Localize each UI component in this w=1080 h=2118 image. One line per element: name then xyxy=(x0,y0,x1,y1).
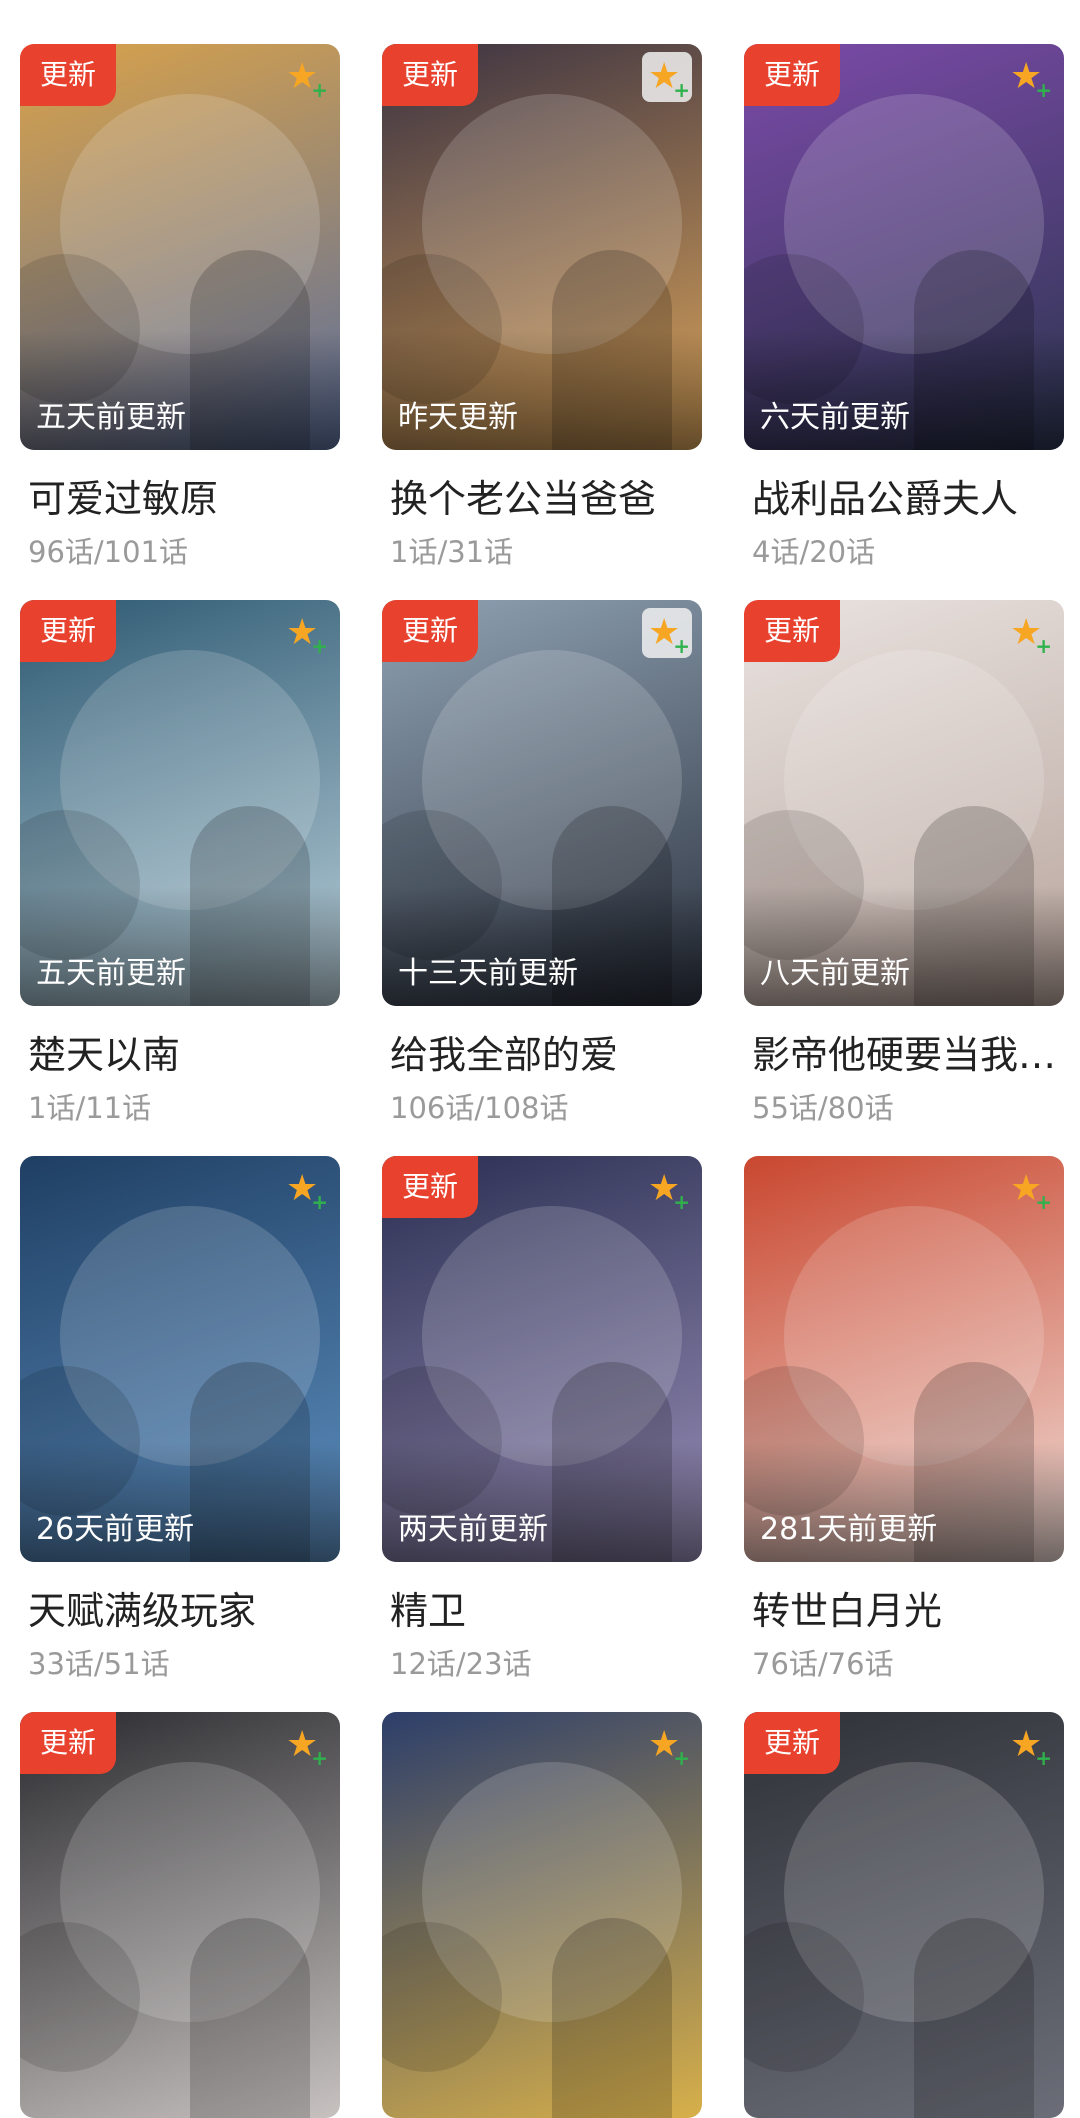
comic-title[interactable]: 转世白月光 xyxy=(744,1580,1062,1635)
update-badge: 更新 xyxy=(382,1156,479,1218)
comic-card[interactable]: 更新 ★ + 五天前更新 楚天以南 1话/11话 xyxy=(20,600,340,1127)
favorite-star-icon[interactable]: ★ + xyxy=(280,1164,330,1214)
comic-card[interactable]: 更新 ★ + xyxy=(744,1712,1064,2118)
comic-cover[interactable]: ★ + 281天前更新 xyxy=(744,1156,1064,1562)
plus-icon: + xyxy=(673,1746,690,1770)
update-time: 281天前更新 xyxy=(760,1512,938,1547)
update-time: 五天前更新 xyxy=(36,956,186,991)
update-time: 八天前更新 xyxy=(760,956,910,991)
plus-icon: + xyxy=(311,78,328,102)
update-badge: 更新 xyxy=(382,600,479,662)
update-badge: 更新 xyxy=(382,44,479,106)
favorite-star-icon[interactable]: ★ + xyxy=(642,52,692,102)
comic-title[interactable]: 战利品公爵夫人 xyxy=(744,468,1062,523)
update-badge: 更新 xyxy=(744,1712,841,1774)
favorite-star-icon[interactable]: ★ + xyxy=(280,608,330,658)
comic-card[interactable]: 更新 ★ + xyxy=(20,1712,340,2118)
comic-title[interactable]: 影帝他硬要当我… xyxy=(744,1024,1062,1079)
chapter-progress: 106话/108话 xyxy=(390,1091,569,1125)
comic-card[interactable]: ★ + 281天前更新 转世白月光 76话/76话 xyxy=(744,1156,1064,1683)
update-time: 昨天更新 xyxy=(398,400,518,435)
comic-cover[interactable]: 更新 ★ + 五天前更新 xyxy=(20,600,340,1006)
comic-card[interactable]: 更新 ★ + 六天前更新 战利品公爵夫人 4话/20话 xyxy=(744,44,1064,571)
update-badge: 更新 xyxy=(744,600,841,662)
favorite-star-icon[interactable]: ★ + xyxy=(1004,1164,1054,1214)
favorite-star-icon[interactable]: ★ + xyxy=(1004,1720,1054,1770)
favorite-star-icon[interactable]: ★ + xyxy=(280,52,330,102)
chapter-progress: 4话/20话 xyxy=(752,535,876,569)
favorite-star-icon[interactable]: ★ + xyxy=(642,1164,692,1214)
chapter-progress: 96话/101话 xyxy=(28,535,189,569)
comic-title[interactable]: 天赋满级玩家 xyxy=(20,1580,338,1635)
update-time: 两天前更新 xyxy=(398,1512,548,1547)
favorite-star-icon[interactable]: ★ + xyxy=(1004,52,1054,102)
comic-title[interactable]: 换个老公当爸爸 xyxy=(382,468,700,523)
comic-cover[interactable]: 更新 ★ + 两天前更新 xyxy=(382,1156,702,1562)
comic-cover[interactable]: 更新 ★ + 五天前更新 xyxy=(20,44,340,450)
comic-title[interactable]: 精卫 xyxy=(382,1580,700,1635)
chapter-progress: 33话/51话 xyxy=(28,1647,170,1681)
update-time: 十三天前更新 xyxy=(398,956,578,991)
favorite-star-icon[interactable]: ★ + xyxy=(280,1720,330,1770)
comic-title[interactable]: 楚天以南 xyxy=(20,1024,338,1079)
comic-cover[interactable]: 更新 ★ + xyxy=(20,1712,340,2118)
comic-title[interactable]: 可爱过敏原 xyxy=(20,468,338,523)
comic-card[interactable]: 更新 ★ + 两天前更新 精卫 12话/23话 xyxy=(382,1156,702,1683)
comic-card[interactable]: 更新 ★ + 五天前更新 可爱过敏原 96话/101话 xyxy=(20,44,340,571)
update-badge: 更新 xyxy=(20,600,117,662)
plus-icon: + xyxy=(673,78,690,102)
update-badge: 更新 xyxy=(744,44,841,106)
plus-icon: + xyxy=(1035,634,1052,658)
cover-art xyxy=(914,1918,1034,2118)
comic-grid: 更新 ★ + 五天前更新 可爱过敏原 96话/101话 更新 ★ + 昨天更新 换个… xyxy=(0,0,1080,2118)
comic-title[interactable]: 给我全部的爱 xyxy=(382,1024,700,1079)
favorite-star-icon[interactable]: ★ + xyxy=(1004,608,1054,658)
update-time: 五天前更新 xyxy=(36,400,186,435)
update-time: 26天前更新 xyxy=(36,1512,195,1547)
comic-cover[interactable]: 更新 ★ + 六天前更新 xyxy=(744,44,1064,450)
comic-cover[interactable]: ★ + xyxy=(382,1712,702,2118)
chapter-progress: 12话/23话 xyxy=(390,1647,532,1681)
comic-cover[interactable]: 更新 ★ + 昨天更新 xyxy=(382,44,702,450)
update-badge: 更新 xyxy=(20,44,117,106)
plus-icon: + xyxy=(311,1190,328,1214)
plus-icon: + xyxy=(673,634,690,658)
comic-cover[interactable]: 更新 ★ + 八天前更新 xyxy=(744,600,1064,1006)
update-badge: 更新 xyxy=(20,1712,117,1774)
favorite-star-icon[interactable]: ★ + xyxy=(642,1720,692,1770)
plus-icon: + xyxy=(1035,1190,1052,1214)
comic-cover[interactable]: 更新 ★ + 十三天前更新 xyxy=(382,600,702,1006)
comic-cover[interactable]: 更新 ★ + xyxy=(744,1712,1064,2118)
comic-card[interactable]: 更新 ★ + 八天前更新 影帝他硬要当我… 55话/80话 xyxy=(744,600,1064,1127)
comic-card[interactable]: ★ + xyxy=(382,1712,702,2118)
chapter-progress: 76话/76话 xyxy=(752,1647,894,1681)
chapter-progress: 55话/80话 xyxy=(752,1091,894,1125)
chapter-progress: 1话/11话 xyxy=(28,1091,152,1125)
favorite-star-icon[interactable]: ★ + xyxy=(642,608,692,658)
plus-icon: + xyxy=(673,1190,690,1214)
plus-icon: + xyxy=(1035,1746,1052,1770)
update-time: 六天前更新 xyxy=(760,400,910,435)
cover-art xyxy=(190,1918,310,2118)
plus-icon: + xyxy=(311,634,328,658)
comic-card[interactable]: ★ + 26天前更新 天赋满级玩家 33话/51话 xyxy=(20,1156,340,1683)
plus-icon: + xyxy=(311,1746,328,1770)
comic-cover[interactable]: ★ + 26天前更新 xyxy=(20,1156,340,1562)
plus-icon: + xyxy=(1035,78,1052,102)
cover-art xyxy=(552,1918,672,2118)
comic-card[interactable]: 更新 ★ + 昨天更新 换个老公当爸爸 1话/31话 xyxy=(382,44,702,571)
comic-card[interactable]: 更新 ★ + 十三天前更新 给我全部的爱 106话/108话 xyxy=(382,600,702,1127)
chapter-progress: 1话/31话 xyxy=(390,535,514,569)
